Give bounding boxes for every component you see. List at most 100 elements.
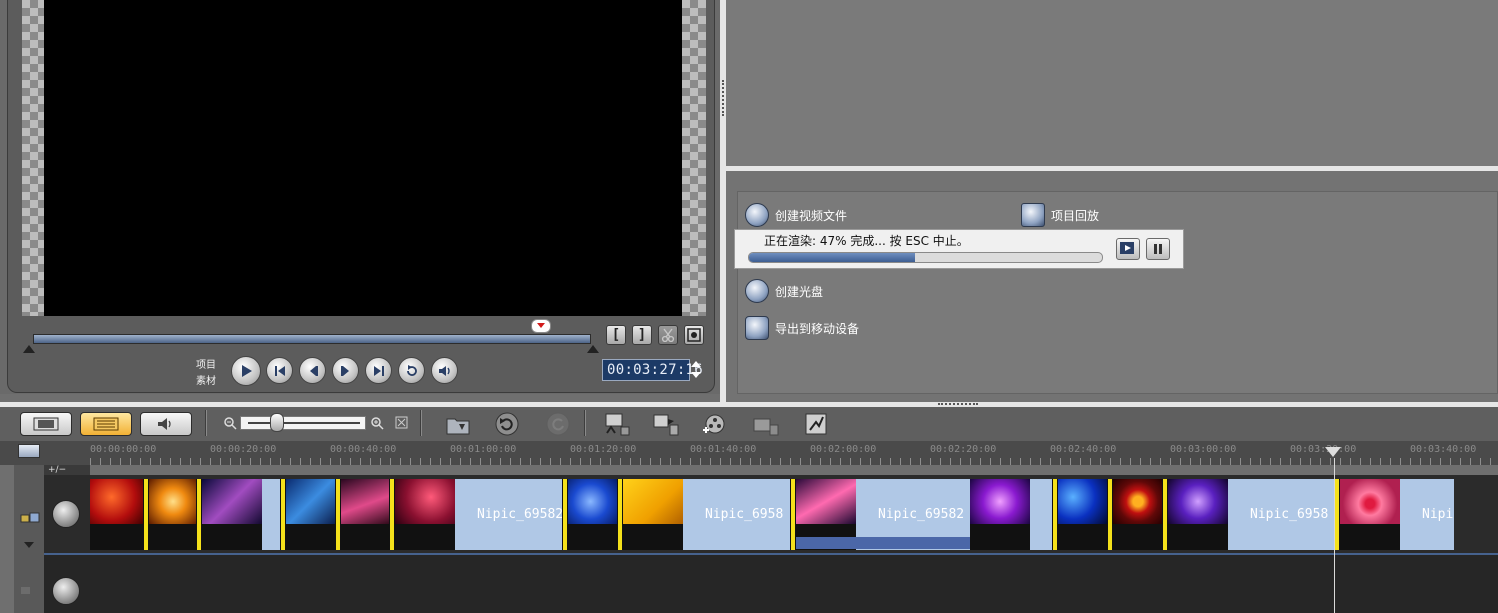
- timeline-clip[interactable]: Nipi: [1340, 479, 1454, 550]
- fullscreen-icon: [687, 328, 701, 342]
- toolbar-separator: [205, 410, 207, 436]
- next-frame-button[interactable]: [332, 357, 359, 384]
- track-manager-button[interactable]: [700, 411, 728, 437]
- stepper-up-icon[interactable]: [691, 361, 701, 367]
- video-track-icon[interactable]: [52, 500, 80, 528]
- zoom-slider-thumb[interactable]: [270, 413, 284, 432]
- system-volume-button[interactable]: [431, 357, 458, 384]
- timeline-clip[interactable]: Nipic_6958: [623, 479, 791, 550]
- skip-start-icon: [274, 365, 285, 376]
- clip-bar: [1113, 524, 1163, 550]
- render-pause-button[interactable]: [1146, 238, 1170, 260]
- clip-thumbnail: [1113, 479, 1163, 524]
- clip-thumbnail: [623, 479, 683, 524]
- clip-mode-label[interactable]: 素材: [196, 372, 216, 387]
- render-progress-bar: [748, 252, 1103, 263]
- create-disc-option[interactable]: 创建光盘: [745, 279, 823, 303]
- project-mode-label[interactable]: 项目: [196, 356, 216, 371]
- render-preview-toggle-button[interactable]: [1116, 238, 1140, 260]
- clip-bar: [1058, 524, 1108, 550]
- video-preview-screen[interactable]: [44, 0, 682, 316]
- ruler-tick-label: 00:02:00:00: [810, 444, 877, 455]
- timeline-clip[interactable]: [1058, 479, 1108, 550]
- zoom-in-icon[interactable]: [370, 416, 384, 430]
- previous-frame-button[interactable]: [299, 357, 326, 384]
- split-clip-button[interactable]: [658, 325, 678, 345]
- playhead-line: [1334, 458, 1335, 613]
- mark-out-label: ]: [637, 327, 647, 343]
- step-back-icon: [309, 365, 318, 376]
- record-capture-button[interactable]: [603, 411, 631, 437]
- track-lock-icon[interactable]: [20, 511, 40, 523]
- timeline-left-strip: [0, 465, 14, 613]
- chapter-cue-button[interactable]: [752, 411, 780, 437]
- auto-music-button[interactable]: [802, 411, 830, 437]
- project-playback-option[interactable]: 项目回放: [1021, 203, 1099, 227]
- clip-bar: [149, 524, 197, 550]
- timeline-clip[interactable]: [90, 479, 144, 550]
- pause-icon: [1154, 244, 1162, 254]
- ruler-tick-label: 00:02:20:00: [930, 444, 997, 455]
- fit-project-icon[interactable]: [395, 416, 408, 429]
- audio-view-button[interactable]: [140, 412, 192, 436]
- smart-render-button[interactable]: [652, 411, 680, 437]
- timeline-clip[interactable]: [1113, 479, 1163, 550]
- track-expand-icon[interactable]: [24, 542, 34, 548]
- play-button[interactable]: [231, 356, 261, 386]
- trim-end-handle[interactable]: [587, 345, 599, 353]
- preview-scrub-bar[interactable]: [33, 334, 591, 344]
- record-capture-icon: [605, 413, 630, 436]
- timeline-clip[interactable]: Nipic_69582: [395, 479, 563, 550]
- play-icon: [242, 365, 252, 377]
- timeline-clip[interactable]: [568, 479, 618, 550]
- transparency-border-right: [682, 0, 706, 316]
- show-all-tracks-button[interactable]: [18, 444, 40, 458]
- home-button[interactable]: [266, 357, 293, 384]
- timeline-clip[interactable]: [286, 479, 336, 550]
- create-video-file-option[interactable]: 创建视频文件: [745, 203, 847, 227]
- timeline-clip[interactable]: Nipic_6958: [1168, 479, 1334, 550]
- timecode-stepper[interactable]: [690, 359, 702, 381]
- redo-button[interactable]: [544, 411, 572, 437]
- clip-bar: [395, 524, 455, 550]
- ruler-tick-label: 00:00:00:00: [90, 444, 157, 455]
- storyboard-view-button[interactable]: [20, 412, 72, 436]
- enlarge-preview-button[interactable]: [684, 325, 704, 345]
- export-mobile-option[interactable]: 导出到移动设备: [745, 316, 859, 340]
- ruler-tick-label: 00:00:20:00: [210, 444, 277, 455]
- clip-thumbnail: [395, 479, 455, 524]
- film-reel-icon: [745, 203, 769, 227]
- timeline-view-button[interactable]: [80, 412, 132, 436]
- timeline-clip[interactable]: [341, 479, 390, 550]
- step-forward-icon: [340, 365, 349, 376]
- timeline-clip[interactable]: [970, 479, 1052, 550]
- insert-media-button[interactable]: [444, 411, 472, 437]
- timeline-clip[interactable]: [149, 479, 197, 550]
- add-remove-label: +/−: [48, 465, 67, 475]
- overlay-lock-icon[interactable]: [20, 583, 32, 595]
- clip-thumbnail: [1168, 479, 1228, 524]
- playhead-handle[interactable]: [1325, 447, 1341, 457]
- zoom-out-icon[interactable]: [223, 416, 237, 430]
- selected-timeline-clip[interactable]: Nipic_69582: [796, 479, 970, 550]
- clip-name: Nipic_6958: [1250, 507, 1329, 522]
- mark-in-button[interactable]: [: [606, 325, 626, 345]
- playback-icon: [1021, 203, 1045, 227]
- undo-button[interactable]: [493, 411, 521, 437]
- timeline-clip[interactable]: [202, 479, 280, 550]
- timecode-field[interactable]: 00:03:27:16: [602, 359, 703, 381]
- options-panel: [726, 0, 1498, 166]
- trim-start-handle[interactable]: [23, 345, 35, 353]
- scrub-handle[interactable]: [531, 319, 551, 333]
- clip-thumbnail: [286, 479, 336, 524]
- mark-out-button[interactable]: ]: [632, 325, 652, 345]
- end-button[interactable]: [365, 357, 392, 384]
- repeat-button[interactable]: [398, 357, 425, 384]
- preview-play-icon: [1120, 242, 1134, 254]
- project-playback-label: 项目回放: [1051, 208, 1100, 223]
- add-remove-track-control[interactable]: +/−: [44, 465, 90, 475]
- stepper-down-icon[interactable]: [691, 372, 701, 378]
- overlay-track[interactable]: [44, 555, 1498, 613]
- overlay-track-icon[interactable]: [52, 577, 80, 605]
- clip-name: Nipic_6958: [705, 507, 784, 522]
